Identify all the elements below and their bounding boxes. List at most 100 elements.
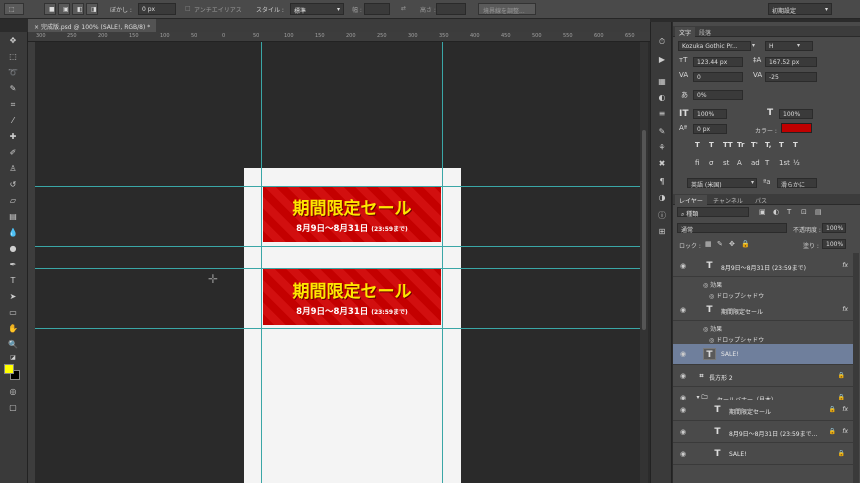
healing-brush-tool-icon[interactable]: ✚ [6, 131, 20, 142]
opentype-button[interactable]: st [723, 159, 729, 167]
type-tool-icon[interactable]: T [6, 275, 20, 286]
height-input[interactable] [436, 3, 466, 15]
language-select[interactable]: 英語 (米国) [687, 178, 757, 189]
visibility-eye-icon[interactable]: ◉ [680, 372, 686, 380]
chevron-down-icon[interactable]: ▾ [751, 179, 754, 186]
move-tool-icon[interactable]: ✥ [6, 35, 20, 46]
layer-effects-row[interactable]: ◎ 効果 [673, 322, 853, 333]
adjustments-icon[interactable]: ◐ [656, 92, 668, 104]
history-brush-tool-icon[interactable]: ↺ [6, 179, 20, 190]
lock-position-icon[interactable]: ✥ [729, 240, 735, 248]
pen-tool-icon[interactable]: ✒ [6, 259, 20, 270]
fx-icon[interactable]: fx [842, 428, 848, 435]
visibility-eye-icon[interactable]: ◉ [680, 306, 686, 314]
navigator-icon[interactable]: ⊞ [656, 226, 668, 238]
brush-presets-icon[interactable]: ✎ [656, 126, 668, 138]
foreground-color-swatch[interactable] [4, 364, 14, 374]
text-style-button[interactable]: T' [751, 141, 758, 149]
font-style-select[interactable]: H [765, 41, 813, 51]
close-icon[interactable]: × [34, 24, 39, 31]
opacity-input[interactable]: 100% [822, 223, 846, 233]
marquee-tool-icon[interactable]: ⬚ [6, 51, 20, 62]
canvas-area[interactable]: 期間限定セール 8月9日〜8月31日 (23:59まで) 期間限定セール 8月9… [35, 42, 640, 483]
filter-adjustment-icon[interactable]: ◐ [773, 208, 779, 216]
lasso-tool-icon[interactable]: ➰ [6, 67, 20, 78]
layer-row[interactable]: ◉ T 8月9日〜8月31日 (23:59まで... fx 🔒 [673, 422, 853, 443]
visibility-eye-icon[interactable]: ◉ [680, 350, 686, 358]
opentype-button[interactable]: 1st [779, 159, 790, 167]
visibility-eye-icon[interactable]: ◉ [680, 428, 686, 436]
text-style-button[interactable]: T [793, 141, 798, 149]
fx-icon[interactable]: fx [842, 262, 848, 269]
refine-edge-button[interactable]: 境界線を調整... [478, 3, 536, 15]
text-style-button[interactable]: T [695, 141, 700, 149]
visibility-eye-icon[interactable]: ◉ [680, 450, 686, 458]
guide-line[interactable] [35, 328, 640, 329]
filter-smart-icon[interactable]: ▤ [815, 208, 822, 216]
swap-icon[interactable]: ⇄ [401, 5, 406, 12]
tab-paragraph[interactable]: 段落 [695, 27, 715, 37]
default-colors-icon[interactable]: ◪ [6, 352, 20, 363]
chevron-down-icon[interactable]: ▾ [752, 42, 755, 49]
intersect-selection-button[interactable]: ◨ [86, 3, 98, 15]
lock-transparent-icon[interactable]: ▦ [705, 240, 712, 248]
opentype-button[interactable]: fi [695, 159, 699, 167]
crop-tool-icon[interactable]: ⌗ [6, 99, 20, 110]
layer-row[interactable]: ◉ T SALE! 🔒 [673, 444, 853, 465]
quick-select-tool-icon[interactable]: ✎ [6, 83, 20, 94]
actions-play-icon[interactable]: ▶ [656, 54, 668, 66]
opentype-button[interactable]: ad [751, 159, 760, 167]
history-icon[interactable]: ⏱ [656, 36, 668, 48]
text-style-button[interactable]: TT [723, 141, 733, 149]
filter-pixel-icon[interactable]: ▣ [759, 208, 766, 216]
horizontal-scale-input[interactable]: 100% [779, 109, 813, 119]
antialias-checkbox[interactable]: □ [185, 5, 191, 12]
layer-row[interactable]: ◉ T 期間限定セール fx [673, 300, 853, 321]
visibility-eye-icon[interactable]: ◉ [680, 406, 686, 414]
text-style-button[interactable]: T [709, 141, 714, 149]
properties-icon[interactable]: ≡ [656, 108, 668, 120]
tab-paths[interactable]: パス [751, 195, 771, 205]
filter-type-icon[interactable]: T [787, 208, 791, 216]
chevron-down-icon[interactable]: ▾ [797, 42, 800, 49]
fx-icon[interactable]: fx [842, 406, 848, 413]
visibility-eye-icon[interactable]: ◉ [680, 262, 686, 270]
fx-icon[interactable]: fx [842, 306, 848, 313]
tab-channels[interactable]: チャンネル [709, 195, 747, 205]
workspace-select[interactable]: 初期設定 ▾ [768, 3, 832, 15]
layer-filter-select[interactable]: ⌕ 種類 [677, 207, 749, 218]
filter-shape-icon[interactable]: ⊡ [801, 208, 807, 216]
feather-input[interactable]: 0 px [138, 3, 176, 15]
text-style-button[interactable]: T, [765, 141, 771, 149]
font-size-input[interactable]: 123.44 px [693, 57, 743, 67]
blur-tool-icon[interactable]: 💧 [6, 227, 20, 238]
lock-all-icon[interactable]: 🔒 [741, 240, 750, 248]
layer-effects-row[interactable]: ◎ 効果 [673, 278, 853, 289]
opentype-button[interactable]: σ [709, 159, 713, 167]
text-color-swatch[interactable] [781, 123, 812, 133]
fill-input[interactable]: 100% [822, 239, 846, 249]
paragraph-styles-icon[interactable]: ¶ [656, 176, 668, 188]
add-selection-button[interactable]: ▣ [58, 3, 70, 15]
layer-row[interactable]: ◉ T 期間限定セール fx 🔒 [673, 400, 853, 421]
text-style-button[interactable]: Tr [737, 141, 744, 149]
opentype-button[interactable]: T [765, 159, 769, 167]
swatches-icon[interactable]: ▦ [656, 76, 668, 88]
blend-mode-select[interactable]: 通常 [677, 223, 787, 234]
new-selection-button[interactable]: ■ [44, 3, 56, 15]
vertical-scale-input[interactable]: 100% [693, 109, 727, 119]
eraser-tool-icon[interactable]: ▱ [6, 195, 20, 206]
canvas-scrollbar[interactable] [640, 42, 648, 483]
layer-row[interactable]: ◉ ⌗ 長方形 2 🔒 [673, 366, 853, 387]
opentype-button[interactable]: ½ [793, 159, 800, 167]
dodge-tool-icon[interactable]: ● [6, 243, 20, 254]
gradient-tool-icon[interactable]: ▤ [6, 211, 20, 222]
hand-tool-icon[interactable]: ✋ [6, 323, 20, 334]
tracking-input[interactable]: -25 [765, 72, 817, 82]
brush-tool-icon[interactable]: ✐ [6, 147, 20, 158]
tab-layers[interactable]: レイヤー [675, 195, 707, 205]
info-icon[interactable]: ⓘ [656, 210, 668, 222]
guide-line[interactable] [261, 42, 262, 483]
antialias-select[interactable]: 滑らかに [777, 178, 817, 189]
layer-row[interactable]: ◉ T SALE! [673, 344, 853, 365]
